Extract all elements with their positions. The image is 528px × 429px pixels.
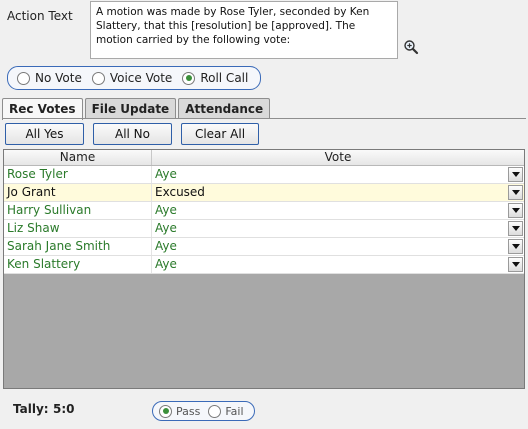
roll-call-label: Roll Call [200,71,249,85]
tab-attendance[interactable]: Attendance [178,98,271,119]
result-group: Pass Fail [152,401,255,421]
radio-checked-icon [182,71,196,85]
clear-all-button[interactable]: Clear All [181,123,259,145]
tally-value: 5:0 [53,402,75,416]
radio-checked-icon [159,404,172,418]
pass-radio[interactable]: Pass [159,404,201,418]
no-vote-label: No Vote [35,71,82,85]
action-text-label: Action Text [7,9,73,23]
table-row[interactable]: Jo Grant Excused [4,184,524,202]
member-name: Harry Sullivan [4,202,152,219]
voice-vote-label: Voice Vote [109,71,173,85]
member-name: Sarah Jane Smith [4,238,152,255]
fail-label: Fail [225,404,244,418]
tab-rec-votes[interactable]: Rec Votes [2,98,83,120]
roll-call-radio[interactable]: Roll Call [182,71,248,85]
chevron-down-icon[interactable] [508,239,523,254]
table-row[interactable]: Liz Shaw Aye [4,220,524,238]
table-row[interactable]: Sarah Jane Smith Aye [4,238,524,256]
fail-radio[interactable]: Fail [208,404,244,418]
member-name: Liz Shaw [4,220,152,237]
member-name: Ken Slattery [4,256,152,273]
radio-icon [91,71,105,85]
all-no-button[interactable]: All No [93,123,172,145]
zoom-in-icon[interactable] [403,39,419,55]
table-row[interactable]: Rose Tyler Aye [4,166,524,184]
chevron-down-icon[interactable] [508,203,523,218]
radio-icon [17,71,30,85]
table-row[interactable]: Ken Slattery Aye [4,256,524,274]
no-vote-radio[interactable]: No Vote [17,71,82,85]
votes-grid: Name Vote Rose Tyler Aye Jo Grant Excuse… [3,149,525,389]
grid-header: Name Vote [4,150,524,166]
vote-select[interactable]: Aye [152,238,524,255]
chevron-down-icon[interactable] [508,221,523,236]
vote-select[interactable]: Aye [152,220,524,237]
vote-value: Aye [155,221,177,235]
chevron-down-icon[interactable] [508,167,523,182]
member-name: Rose Tyler [4,166,152,183]
vote-select[interactable]: Excused [152,184,524,201]
vote-value: Aye [155,239,177,253]
action-text-field[interactable]: A motion was made by Rose Tyler, seconde… [90,1,398,59]
tab-file-update[interactable]: File Update [84,98,177,119]
all-yes-button[interactable]: All Yes [5,123,84,145]
tally-label: Tally: [13,402,49,416]
chevron-down-icon[interactable] [508,257,523,272]
vote-select[interactable]: Aye [152,166,524,183]
voice-vote-radio[interactable]: Voice Vote [91,71,173,85]
vote-value: Aye [155,167,177,181]
pass-label: Pass [176,404,201,418]
radio-icon [208,404,222,418]
column-header-name[interactable]: Name [4,150,152,165]
chevron-down-icon[interactable] [508,185,523,200]
table-row[interactable]: Harry Sullivan Aye [4,202,524,220]
vote-value: Aye [155,257,177,271]
tab-divider [2,118,526,119]
vote-value: Aye [155,203,177,217]
vote-value: Excused [155,185,205,199]
vote-select[interactable]: Aye [152,202,524,219]
member-name: Jo Grant [4,184,152,201]
vote-type-group: No Vote Voice Vote Roll Call [7,66,261,90]
tab-bar: Rec Votes File Update Attendance [2,98,272,120]
vote-select[interactable]: Aye [152,256,524,273]
column-header-vote[interactable]: Vote [152,150,524,165]
